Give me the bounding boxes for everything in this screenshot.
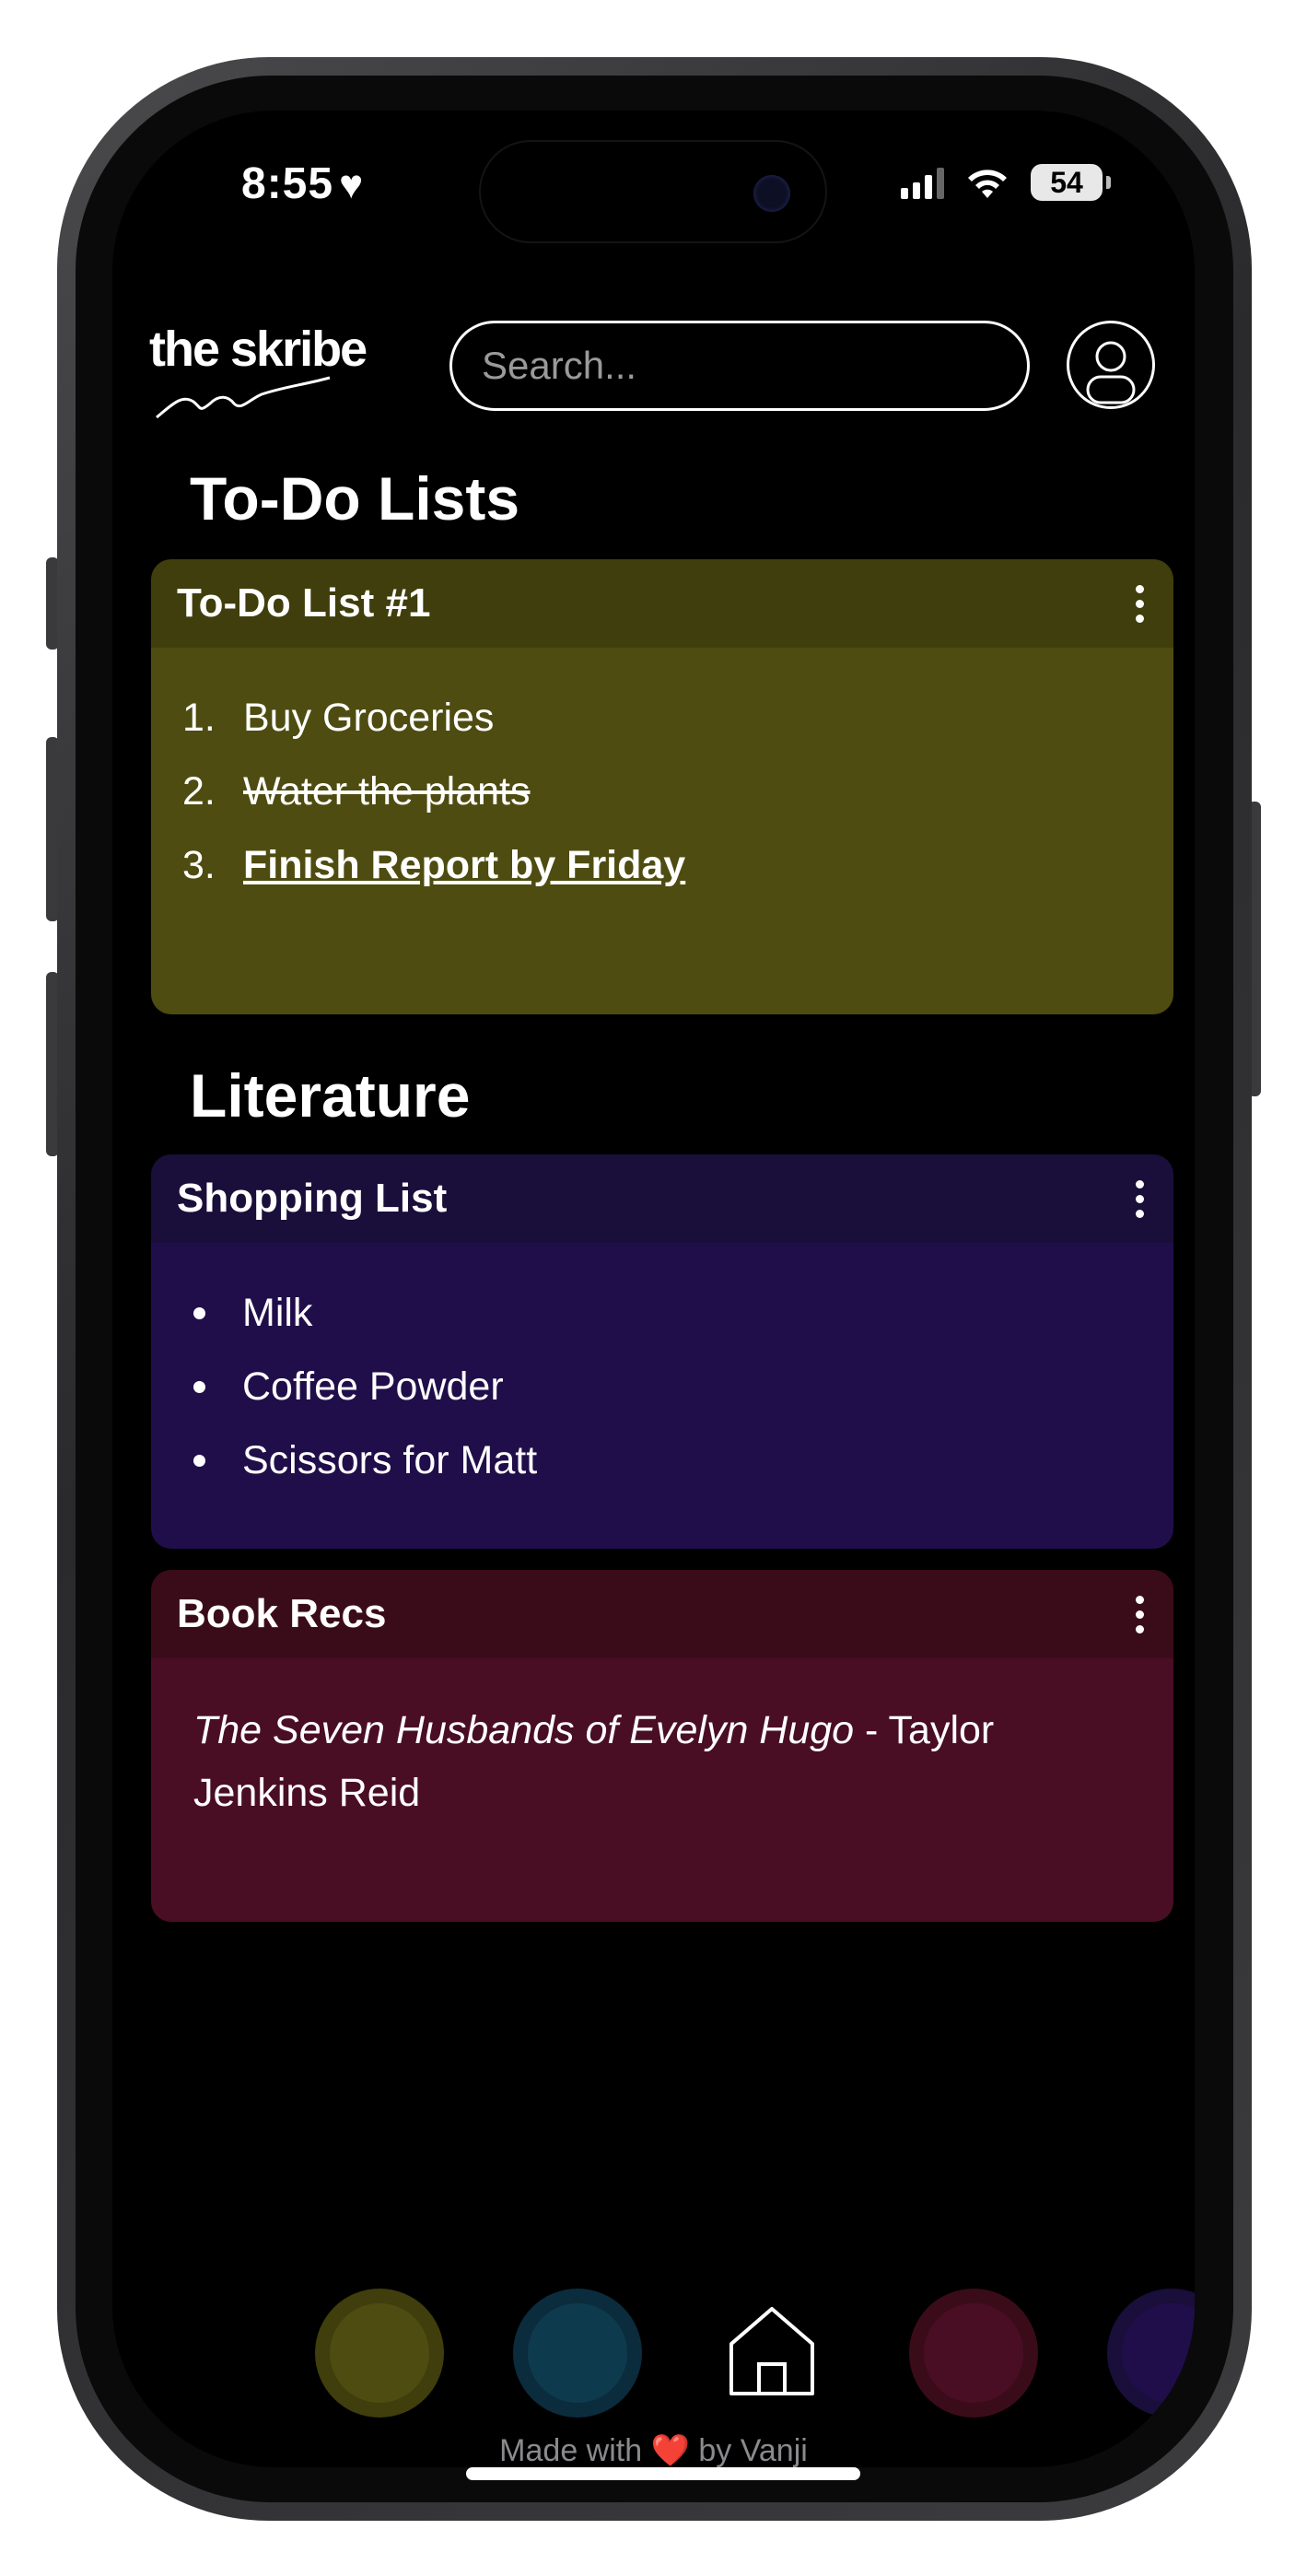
list-item-text: Coffee Powder [242, 1364, 504, 1409]
profile-icon[interactable] [1067, 321, 1155, 409]
home-icon[interactable] [726, 2303, 818, 2399]
wifi-icon [968, 170, 1007, 198]
olive-filter-button[interactable] [315, 2289, 444, 2418]
list-item[interactable]: 3. Finish Report by Friday [182, 828, 1173, 902]
card-header: Shopping List [151, 1154, 1173, 1243]
heart-icon: ❤️ [650, 2433, 690, 2467]
card-header: Book Recs [151, 1570, 1173, 1658]
kebab-menu-icon[interactable] [1133, 1179, 1146, 1218]
card-body: Milk Coffee Powder Scissors for Matt [151, 1243, 1173, 1549]
screen: 8:55♥ 54 the skribe To-Do [112, 111, 1195, 2467]
todo-card[interactable]: To-Do List #1 1. Buy Groceries 2. Water … [151, 559, 1173, 1014]
battery-icon: 54 [1031, 164, 1111, 201]
dynamic-island [479, 140, 827, 243]
search-input[interactable] [449, 321, 1030, 411]
list-number: 2. [182, 768, 216, 814]
app-header: the skribe [146, 304, 1161, 433]
card-body: 1. Buy Groceries 2. Water the plants 3. … [151, 648, 1173, 1014]
list-item-text: Buy Groceries [243, 695, 495, 740]
list-item-text: Water the plants [243, 768, 531, 814]
status-icons: 54 [901, 164, 1111, 201]
status-time-text: 8:55 [241, 159, 334, 208]
list-item[interactable]: 1. Buy Groceries [182, 681, 1173, 755]
footer: Made with ❤️ by Vanji [112, 2432, 1195, 2467]
logo-icon[interactable]: the skribe [146, 321, 376, 422]
section-title-todo: To-Do Lists [190, 464, 520, 533]
list-item-text: Scissors for Matt [242, 1437, 538, 1482]
book-entry: The Seven Husbands of Evelyn Hugo - Tayl… [151, 1658, 1173, 1824]
home-indicator[interactable] [466, 2467, 860, 2480]
bullet-icon [193, 1306, 205, 1319]
list-item[interactable]: 2. Water the plants [182, 755, 1173, 828]
list-number: 1. [182, 695, 216, 740]
bullet-icon [193, 1380, 205, 1393]
logo-swoosh-icon [156, 376, 331, 419]
signal-icon [901, 166, 944, 199]
shopping-card[interactable]: Shopping List Milk Coffee Powder Scissor… [151, 1154, 1173, 1549]
footer-prefix: Made with [499, 2433, 651, 2467]
book-recs-card[interactable]: Book Recs The Seven Husbands of Evelyn H… [151, 1570, 1173, 1922]
list-item[interactable]: Scissors for Matt [193, 1423, 1173, 1497]
todo-list: 1. Buy Groceries 2. Water the plants 3. … [151, 648, 1173, 902]
list-item[interactable]: Milk [193, 1276, 1173, 1350]
card-title: To-Do List #1 [177, 580, 431, 626]
list-item-text: Milk [242, 1290, 313, 1335]
maroon-filter-button[interactable] [909, 2289, 1038, 2418]
list-number: 3. [182, 842, 216, 887]
book-title: The Seven Husbands of Evelyn Hugo [193, 1708, 855, 1752]
list-item-text: Finish Report by Friday [243, 842, 686, 887]
kebab-menu-icon[interactable] [1133, 584, 1146, 623]
card-header: To-Do List #1 [151, 559, 1173, 648]
section-title-literature: Literature [190, 1061, 471, 1130]
teal-filter-button[interactable] [513, 2289, 642, 2418]
shopping-list: Milk Coffee Powder Scissors for Matt [151, 1243, 1173, 1497]
bullet-icon [193, 1454, 205, 1467]
heart-icon: ♥ [339, 162, 365, 207]
footer-suffix: by Vanji [689, 2433, 808, 2467]
status-time: 8:55 ♥ [241, 158, 364, 209]
list-item[interactable]: Coffee Powder [193, 1350, 1173, 1423]
camera-icon [753, 175, 790, 212]
card-body: The Seven Husbands of Evelyn Hugo - Tayl… [151, 1658, 1173, 1922]
card-title: Book Recs [177, 1591, 387, 1636]
indigo-filter-button[interactable] [1107, 2289, 1195, 2418]
card-title: Shopping List [177, 1176, 448, 1221]
kebab-menu-icon[interactable] [1133, 1595, 1146, 1633]
